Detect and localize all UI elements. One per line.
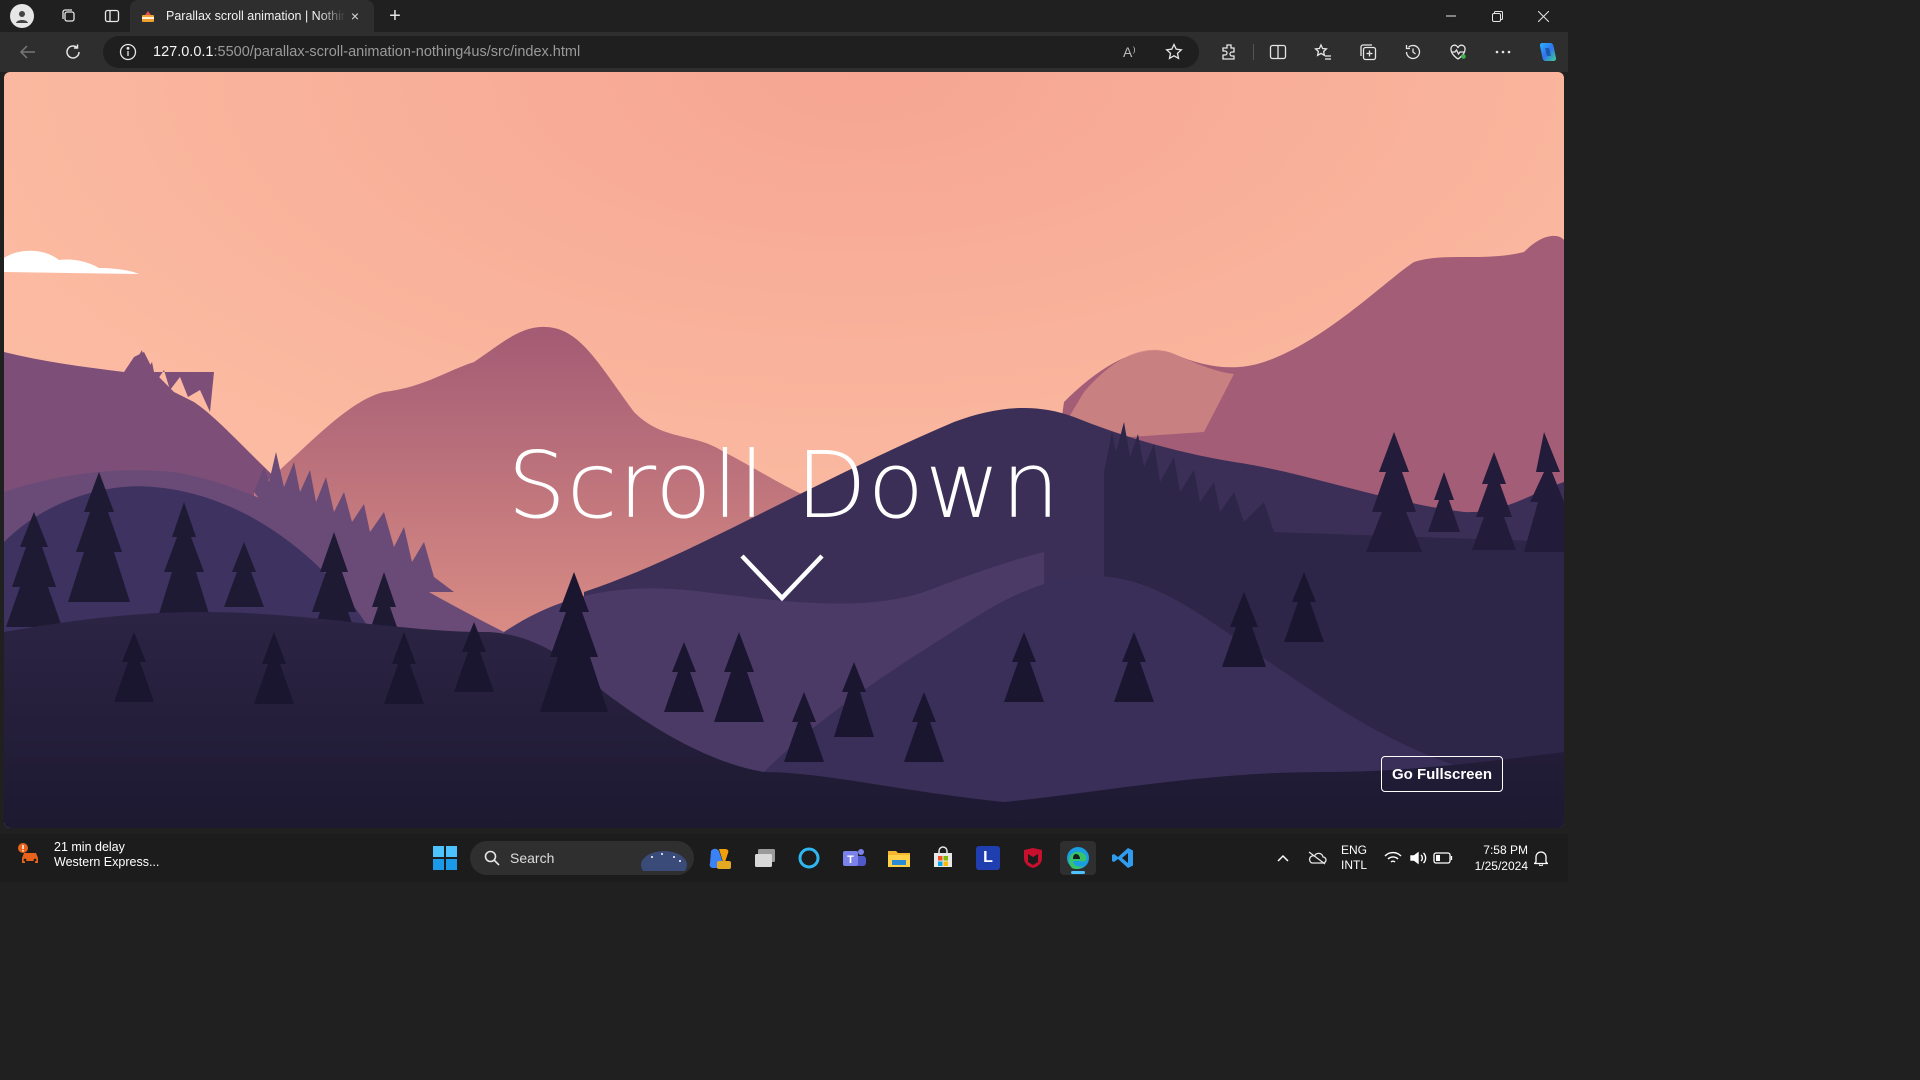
url-host: 127.0.0.1: [153, 44, 214, 60]
browser-essentials-icon[interactable]: [1443, 38, 1473, 66]
mcafee-shield-icon[interactable]: [1015, 841, 1051, 875]
page-viewport[interactable]: Scroll Down Go Fullscreen: [4, 72, 1564, 828]
navigation-bar: 127.0.0.1:5500/parallax-scroll-animation…: [0, 32, 1568, 72]
tab-close-icon[interactable]: ×: [346, 8, 364, 24]
favorites-icon[interactable]: [1308, 38, 1338, 66]
clock-date: 1/25/2024: [1474, 859, 1528, 873]
traffic-widget[interactable]: 21 min delay Western Express...: [16, 840, 159, 869]
collections-icon[interactable]: [1353, 38, 1383, 66]
language-top: ENG: [1340, 843, 1367, 857]
search-icon: [484, 850, 500, 866]
more-menu-icon[interactable]: [1488, 38, 1518, 66]
clock[interactable]: 7:58 PM 1/25/2024: [1462, 834, 1528, 882]
show-hidden-icons-chevron-up-icon[interactable]: [1270, 834, 1296, 882]
restore-icon[interactable]: [1474, 0, 1520, 32]
tab-title: Parallax scroll animation | Nothing4us: [166, 9, 346, 23]
cortana-icon[interactable]: [791, 841, 827, 875]
task-view-icon[interactable]: [747, 841, 783, 875]
car-alert-icon: [16, 841, 44, 869]
address-bar[interactable]: 127.0.0.1:5500/parallax-scroll-animation…: [103, 36, 1199, 68]
copilot-pre-app-icon[interactable]: [702, 841, 738, 875]
onedrive-off-icon[interactable]: [1303, 834, 1331, 882]
active-app-indicator: [1071, 871, 1085, 874]
read-aloud-icon[interactable]: A⁾: [1123, 44, 1136, 61]
lists-app-icon[interactable]: L: [970, 841, 1006, 875]
clock-time: 7:58 PM: [1483, 843, 1528, 857]
windows-taskbar: 21 min delay Western Express... Search T…: [0, 834, 1568, 882]
scroll-down-heading: Scroll Down: [507, 432, 1061, 539]
taskbar-search[interactable]: Search: [470, 841, 694, 875]
tab-favicon-icon: [140, 8, 156, 24]
file-explorer-icon[interactable]: [881, 841, 917, 875]
url-path: :5500/parallax-scroll-animation-nothing4…: [213, 44, 581, 60]
browser-titlebar: Parallax scroll animation | Nothing4us ×…: [0, 0, 1568, 32]
weather-line2: Western Express...: [54, 855, 160, 869]
profile-avatar-icon[interactable]: [10, 4, 34, 28]
teams-icon[interactable]: T: [836, 841, 872, 875]
copilot-icon[interactable]: [1532, 38, 1562, 66]
workspaces-icon[interactable]: [54, 1, 84, 31]
close-window-icon[interactable]: [1520, 0, 1566, 32]
extensions-icon[interactable]: [1214, 38, 1244, 66]
volume-icon[interactable]: [1406, 834, 1430, 882]
battery-icon[interactable]: [1431, 834, 1455, 882]
favorite-star-icon[interactable]: [1165, 43, 1183, 61]
language-bottom: INTL: [1340, 858, 1367, 872]
chevron-down-icon[interactable]: [740, 552, 824, 602]
history-icon[interactable]: [1398, 38, 1428, 66]
vscode-icon[interactable]: [1105, 841, 1141, 875]
toolbar-divider: [1253, 44, 1254, 60]
start-windows-icon[interactable]: [427, 841, 463, 875]
weather-line1: 21 min delay: [54, 840, 125, 854]
search-placeholder: Search: [510, 850, 555, 866]
language-indicator[interactable]: ENG INTL: [1336, 834, 1372, 882]
site-info-icon[interactable]: [119, 43, 137, 61]
split-screen-icon[interactable]: [1263, 38, 1293, 66]
minimize-icon[interactable]: [1428, 0, 1474, 32]
new-tab-button[interactable]: +: [382, 3, 408, 29]
svg-text:T: T: [847, 854, 854, 866]
go-fullscreen-button[interactable]: Go Fullscreen: [1381, 756, 1503, 792]
microsoft-store-icon[interactable]: [925, 841, 961, 875]
vertical-tabs-icon[interactable]: [97, 1, 127, 31]
refresh-icon[interactable]: [59, 38, 87, 66]
active-tab[interactable]: Parallax scroll animation | Nothing4us ×: [130, 0, 374, 32]
search-highlight-icon: [640, 845, 688, 871]
notification-bell-icon[interactable]: [1530, 834, 1552, 882]
edge-browser-icon[interactable]: [1060, 841, 1096, 875]
wifi-icon[interactable]: [1381, 834, 1405, 882]
back-arrow-icon[interactable]: [14, 38, 42, 66]
